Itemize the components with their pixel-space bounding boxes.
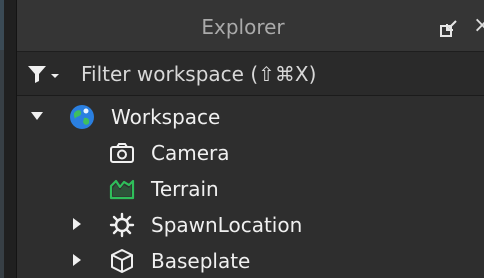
tree-item-baseplate[interactable]: Baseplate [17, 242, 484, 278]
tree-item-label: SpawnLocation [151, 213, 303, 237]
filter-input[interactable]: Filter workspace (⇧⌘X) [81, 52, 316, 96]
tree-item-terrain[interactable]: Terrain [17, 170, 484, 206]
viewport-edge [0, 0, 16, 278]
tree-item-camera[interactable]: Camera [17, 134, 484, 170]
explorer-tree: Workspace Camera Terrain SpawnLocation B… [17, 96, 484, 278]
expanded-arrow-icon[interactable] [31, 110, 43, 122]
tree-item-label: Baseplate [151, 249, 251, 273]
spawn-gear-icon [109, 212, 135, 238]
undock-arrow-icon[interactable] [439, 18, 459, 38]
viewport-edge-accent-lower [0, 50, 4, 278]
tree-item-label: Terrain [151, 177, 219, 201]
tree-item-label: Workspace [111, 105, 221, 129]
tree-item-workspace[interactable]: Workspace [17, 98, 484, 134]
filter-icon[interactable] [27, 64, 61, 84]
close-button[interactable]: × [473, 14, 484, 38]
cube-icon [111, 249, 133, 273]
explorer-titlebar: Explorer × [17, 0, 484, 52]
tree-item-spawnlocation[interactable]: SpawnLocation [17, 206, 484, 242]
globe-icon [70, 105, 94, 129]
terrain-icon [109, 179, 135, 200]
viewport-edge-accent [0, 0, 4, 50]
panel-title: Explorer [201, 15, 285, 39]
explorer-window: Explorer × Filter workspace (⇧⌘X) Worksp… [0, 0, 484, 278]
collapsed-arrow-icon[interactable] [71, 218, 83, 230]
camera-icon [110, 143, 134, 163]
tree-item-label: Camera [151, 141, 230, 165]
explorer-panel: Explorer × Filter workspace (⇧⌘X) Worksp… [16, 0, 484, 278]
filter-bar[interactable]: Filter workspace (⇧⌘X) [17, 52, 484, 96]
collapsed-arrow-icon[interactable] [71, 254, 83, 266]
